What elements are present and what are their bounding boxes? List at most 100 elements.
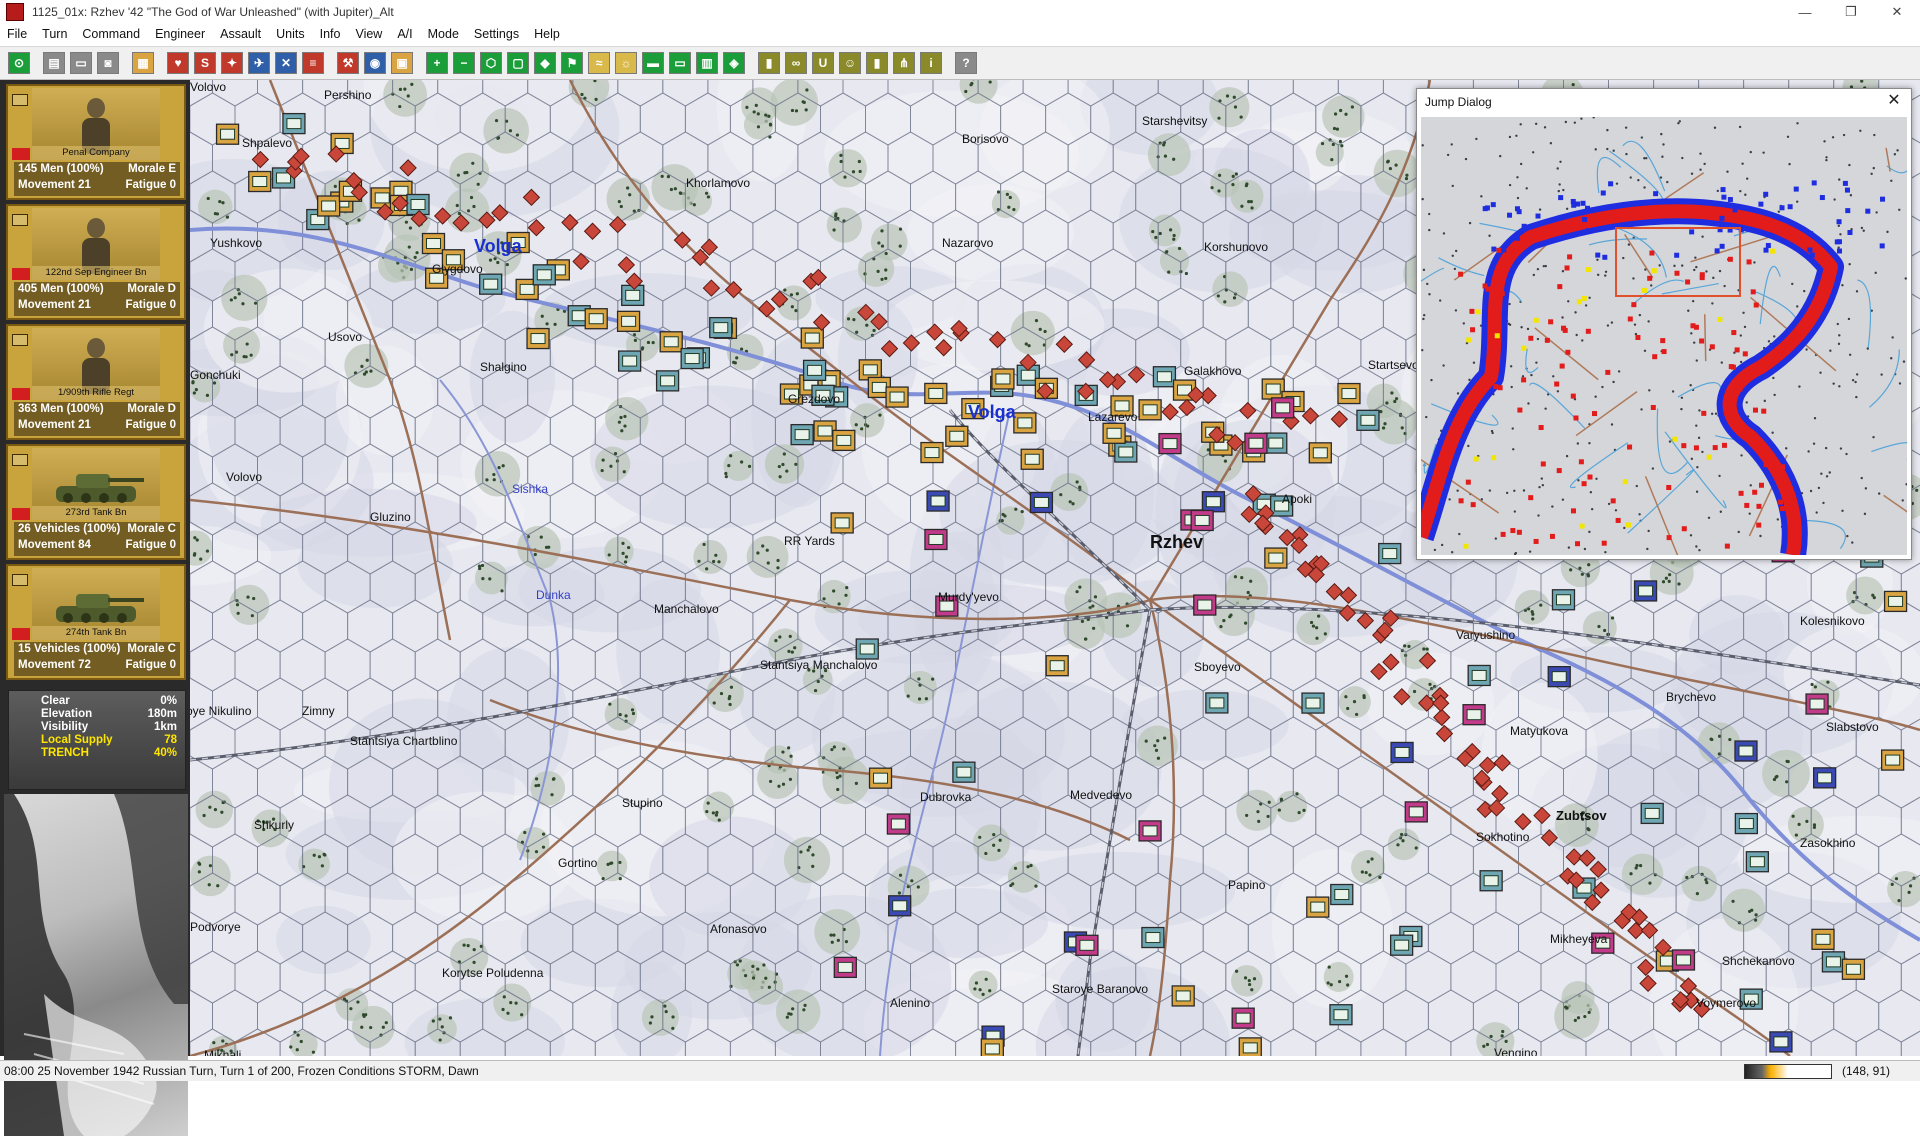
forest-tree [767,115,770,118]
forest-tree [1915,489,1918,492]
minimap-forest-dot [1509,136,1511,138]
unit-counter-symbol [1249,438,1263,448]
bridge-icon[interactable]: ≈ [588,52,610,74]
hierarchy-icon[interactable]: ⋔ [893,52,915,74]
unit-counter-symbol [1676,955,1690,965]
jump-minimap[interactable] [1421,117,1907,555]
stack-icon[interactable]: ≡ [302,52,324,74]
minimap-forest-dot [1574,311,1576,313]
minimap-forest-dot [1696,491,1698,493]
menu-turn[interactable]: Turn [35,27,75,41]
menu-ai[interactable]: A/I [390,27,420,41]
minimize-button[interactable]: — [1782,0,1828,24]
minimap-unit-marker [1528,495,1533,500]
minimap-road [1705,314,1706,361]
help-icon[interactable]: ? [955,52,977,74]
jump-icon[interactable]: ◉ [364,52,386,74]
map-icon[interactable]: ▥ [696,52,718,74]
menu-engineer[interactable]: Engineer [148,27,213,41]
menu-command[interactable]: Command [75,27,148,41]
unit-counter-symbol [1050,661,1064,671]
minimap-forest-dot [1715,413,1717,415]
save-icon[interactable]: ▤ [43,52,65,74]
town-label: Gonchuki [190,368,241,382]
unit-counter-symbol [277,173,291,183]
strength-icon[interactable]: S [194,52,216,74]
minimap-forest-dot [1558,190,1560,192]
forest-tree [207,197,210,200]
monitor-icon[interactable]: ▭ [669,52,691,74]
forest-tree [836,776,839,779]
unit-counter-symbol [1639,586,1653,596]
forest-tree [756,551,759,554]
minimap-viewport-frame[interactable] [1615,227,1741,297]
artillery-icon[interactable]: ✦ [221,52,243,74]
unit-card[interactable]: 274th Tank Bn15 Vehicles (100%)Morale CM… [6,564,186,680]
info-box-icon[interactable]: i [920,52,942,74]
minimap-forest-dot [1873,167,1875,169]
engineer-icon[interactable]: ⚒ [337,52,359,74]
ground-icon[interactable]: ▬ [642,52,664,74]
unit-card[interactable]: 122nd Sep Engineer Bn405 Men (100%)Moral… [6,204,186,320]
unit-icon[interactable]: U [812,52,834,74]
unit-card[interactable]: Penal Company145 Men (100%)Morale EMovem… [6,84,186,200]
binoculars-icon[interactable]: ∞ [785,52,807,74]
forest-tree [230,353,233,356]
minimap-unit-marker [1760,454,1765,459]
menu-file[interactable]: File [0,27,35,41]
forest-tree [493,257,496,260]
minimap-unit-marker [1721,187,1726,192]
forest-tree [1332,143,1335,146]
town-label: Gluzino [370,510,411,524]
smiley-icon[interactable]: ☺ [839,52,861,74]
forest-tree [830,748,833,751]
jump-dialog-close-button[interactable]: ✕ [1883,91,1905,111]
open-icon[interactable]: ▭ [70,52,92,74]
forest-tree [799,850,802,853]
minimap-forest-dot [1740,334,1742,336]
unit-counter-symbol [1306,698,1320,708]
target-icon[interactable]: ⊙ [8,52,30,74]
menu-units[interactable]: Units [269,27,312,41]
fit-icon[interactable]: ▢ [507,52,529,74]
hex-coordinates: (148, 91) [1842,1064,1890,1078]
minimap-forest-dot [1813,443,1815,445]
menu-view[interactable]: View [348,27,390,41]
soldier-icon [76,334,116,394]
forest-tree [1668,580,1671,583]
unit-strength: 363 Men (100%) [18,403,104,415]
lock-icon[interactable]: ▮ [758,52,780,74]
menu-help[interactable]: Help [527,27,568,41]
objective-icon[interactable]: ◈ [723,52,745,74]
maximize-button[interactable]: ❐ [1828,0,1874,24]
unit-info-icon[interactable]: ▦ [132,52,154,74]
forest-tree [713,701,716,704]
forest-tree [1611,616,1614,619]
zoom-in-icon[interactable]: + [426,52,448,74]
terrain-shade [1056,949,1152,1051]
report-icon[interactable]: ▣ [391,52,413,74]
hex-grid-icon[interactable]: ⬡ [480,52,502,74]
minimap-canvas[interactable] [1421,117,1907,555]
sun-icon[interactable]: ☼ [615,52,637,74]
forest-tree [872,329,875,332]
menu-info[interactable]: Info [313,27,349,41]
air-icon[interactable]: ✈ [248,52,270,74]
forest-tree [481,577,484,580]
heart-icon[interactable]: ♥ [167,52,189,74]
forest-tree [1155,749,1158,752]
zoom-out-icon[interactable]: − [453,52,475,74]
forest-tree [369,370,372,373]
close-button[interactable]: ✕ [1874,0,1920,24]
menu-settings[interactable]: Settings [467,27,527,41]
menu-assault[interactable]: Assault [213,27,269,41]
flag-icon[interactable]: ⚑ [561,52,583,74]
unit-counter-symbol [1198,600,1212,610]
unit-card[interactable]: 1/909th Rifle Regt363 Men (100%)Morale D… [6,324,186,440]
terrain-icon[interactable]: ◆ [534,52,556,74]
building-icon[interactable]: ▮ [866,52,888,74]
unit-card[interactable]: 273rd Tank Bn26 Vehicles (100%)Morale CM… [6,444,186,560]
record-icon[interactable]: ◙ [97,52,119,74]
crossed-swords-icon[interactable]: ✕ [275,52,297,74]
menu-mode[interactable]: Mode [421,27,467,41]
